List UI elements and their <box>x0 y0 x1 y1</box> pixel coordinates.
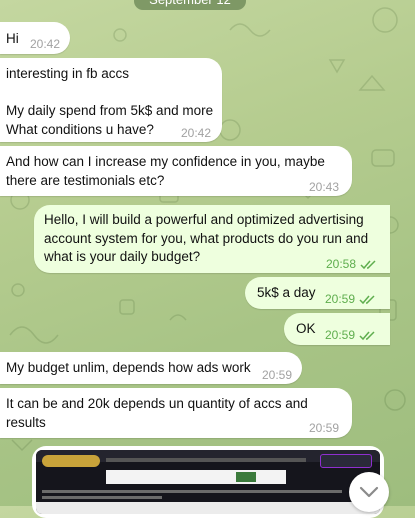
chevron-down-icon <box>359 486 379 498</box>
message-text: Hello, I will build a powerful and optim… <box>44 212 369 264</box>
message-time: 20:59 <box>325 292 356 306</box>
outgoing-message[interactable]: 5k$ a day 20:59 <box>245 277 390 309</box>
message-time-status: 20:59 <box>325 290 377 309</box>
message-time: 20:43 <box>309 180 340 194</box>
date-separator: September 12 <box>134 0 246 10</box>
message-text: 5k$ a day <box>257 285 316 300</box>
outgoing-message[interactable]: Hello, I will build a powerful and optim… <box>34 205 390 273</box>
message-text: OK <box>296 321 316 336</box>
preview-ad-image <box>236 472 256 482</box>
incoming-message[interactable]: interesting in fb accs My daily spend fr… <box>0 58 222 142</box>
message-time: 20:58 <box>326 257 357 271</box>
preview-nav-bar <box>106 458 306 462</box>
scroll-down-button[interactable] <box>349 472 389 512</box>
message-text: My budget unlim, depends how ads work <box>6 360 251 375</box>
double-check-icon <box>359 331 375 340</box>
message-time-status: 20:58 <box>326 255 378 274</box>
message-time: 20:59 <box>325 328 356 342</box>
message-text: And how can I increase my confidence in … <box>6 154 325 188</box>
preview-badge <box>320 454 372 468</box>
message-time: 20:42 <box>30 37 61 51</box>
preview-ad-banner <box>106 470 286 484</box>
preview-info-line <box>42 496 162 499</box>
incoming-message[interactable]: And how can I increase my confidence in … <box>0 146 352 196</box>
preview-info-line <box>42 490 342 493</box>
message-time: 20:59 <box>262 368 293 382</box>
double-check-icon <box>359 295 375 304</box>
message-time: 20:42 <box>181 126 212 140</box>
message-time: 20:59 <box>309 421 340 435</box>
attachment-preview <box>36 450 380 514</box>
message-text: It can be and 20k depends un quantity of… <box>6 396 308 430</box>
incoming-message[interactable]: Hi 20:42 <box>0 22 70 54</box>
incoming-message[interactable]: My budget unlim, depends how ads work 20… <box>0 352 302 384</box>
preview-logo <box>42 455 100 467</box>
image-attachment[interactable] <box>32 446 384 518</box>
message-time-status: 20:59 <box>325 326 377 345</box>
outgoing-message[interactable]: OK 20:59 <box>284 313 390 345</box>
preview-content-area <box>36 502 380 514</box>
incoming-message[interactable]: It can be and 20k depends un quantity of… <box>0 388 352 438</box>
message-text: Hi <box>6 31 19 46</box>
double-check-icon <box>360 260 376 269</box>
